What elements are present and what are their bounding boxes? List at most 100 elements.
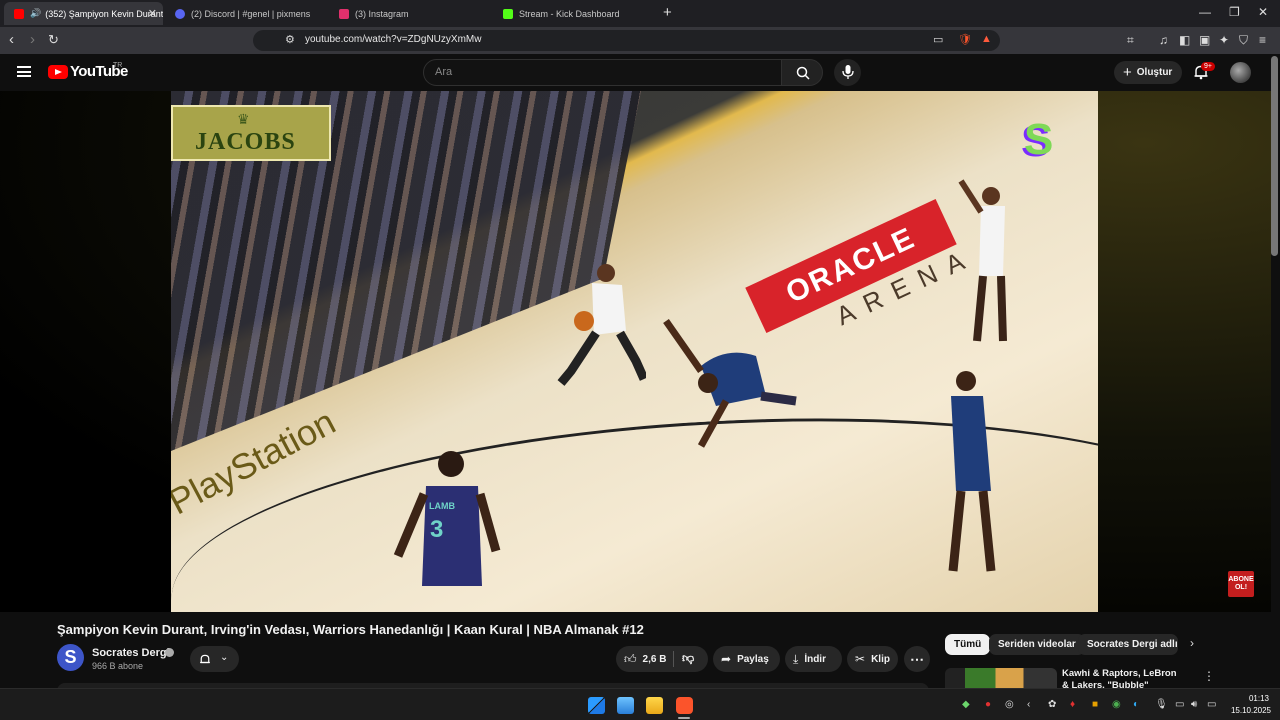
hamburger-menu-icon[interactable]	[17, 66, 31, 77]
verified-check-icon	[165, 648, 174, 657]
tab-kick[interactable]: Stream - Kick Dashboard	[493, 2, 656, 25]
tray-app-icon[interactable]: ◆	[962, 699, 970, 710]
speaker-icon[interactable]: 🔊	[30, 8, 41, 19]
tray-app-icon[interactable]: ✿	[1048, 699, 1056, 710]
player-lamb-figure	[393, 451, 501, 586]
bell-icon	[200, 654, 210, 664]
minimize-window-button[interactable]: —	[1199, 5, 1211, 19]
related-video-title[interactable]: Kawhi & Raptors, LeBron & Lakers, "Bubbl…	[1062, 668, 1186, 688]
share-button[interactable]: ➦ Paylaş	[713, 646, 780, 672]
tab-title: (2) Discord | #genel | pixmens	[191, 8, 311, 19]
youtube-logo-icon[interactable]	[48, 65, 68, 79]
battery-icon[interactable]: ▭	[1207, 699, 1216, 710]
search-placeholder: Ara	[435, 66, 453, 78]
subscribe-sticker: ABONE OL!	[1228, 571, 1254, 597]
reload-icon[interactable]: ↻	[48, 32, 59, 48]
browser-tab-strip: 🔊 (352) Şampiyon Kevin Durant ✕ (2) Disc…	[0, 0, 1280, 27]
tray-app-icon[interactable]: ●	[985, 699, 991, 710]
crown-icon: ♛	[237, 111, 250, 127]
tray-app-icon[interactable]: ◎	[1005, 699, 1014, 710]
subscription-bell-button[interactable]: ⌄	[190, 646, 239, 672]
wallet-icon[interactable]: ▣	[1199, 33, 1210, 47]
video-player[interactable]: ♛ JACOBS ORACLE ARENA PlayStation S LAMB…	[171, 91, 1098, 612]
divider	[673, 651, 674, 667]
restore-window-button[interactable]: ❐	[1229, 5, 1240, 19]
tray-app-icon[interactable]: ◐	[1133, 699, 1139, 710]
tray-app-icon[interactable]: ◉	[1112, 699, 1121, 710]
kick-favicon-icon	[503, 8, 513, 19]
widgets-icon[interactable]	[617, 697, 634, 714]
player-dribbling-figure	[557, 264, 646, 386]
windows-start-icon[interactable]	[588, 697, 605, 714]
url-text[interactable]: youtube.com/watch?v=ZDgNUzyXmMw	[305, 34, 481, 45]
download-label: İndir	[804, 653, 826, 665]
browser-menu-icon[interactable]: ≡	[1259, 33, 1266, 47]
close-window-button[interactable]: ✕	[1258, 5, 1268, 19]
clock-date[interactable]: 15.10.2025	[1227, 706, 1271, 715]
related-video-menu-icon[interactable]: ⋮	[1203, 669, 1215, 683]
channel-watermark-logo: S	[1024, 115, 1054, 164]
clock-time[interactable]: 01:13	[1247, 694, 1269, 703]
jacobs-sponsor-banner: ♛ JACOBS	[171, 105, 331, 161]
tray-app-icon[interactable]: ‹	[1027, 699, 1030, 710]
chip-all[interactable]: Tümü	[945, 634, 991, 655]
voice-search-button[interactable]	[834, 59, 861, 86]
file-explorer-icon[interactable]	[646, 697, 663, 714]
download-icon: ⤓	[793, 651, 799, 666]
dislike-button[interactable]: 👎︎	[682, 651, 694, 666]
microphone-tray-icon[interactable]: 🎙︎	[1155, 699, 1168, 710]
tab-title: (3) Instagram	[355, 8, 409, 19]
leo-ai-icon[interactable]: ✦	[1219, 33, 1229, 47]
clip-label: Klip	[871, 653, 890, 665]
tab-youtube[interactable]: 🔊 (352) Şampiyon Kevin Durant ✕	[4, 2, 163, 25]
address-bar[interactable]: ⚙ youtube.com/watch?v=ZDgNUzyXmMw ▭ 🛡 ▲	[253, 30, 1000, 51]
chevron-right-icon[interactable]: ›	[1190, 636, 1194, 650]
network-icon[interactable]: ▭	[1175, 699, 1184, 710]
media-icon[interactable]: ♫	[1159, 33, 1168, 47]
search-button[interactable]	[781, 59, 823, 86]
tab-discord[interactable]: (2) Discord | #genel | pixmens	[165, 2, 328, 25]
new-tab-button[interactable]: +	[663, 4, 672, 21]
sidebar-icon[interactable]: ◧	[1179, 33, 1190, 47]
player-defending-right-figure	[948, 371, 996, 572]
chip-channel-videos[interactable]: Socrates Dergi adlı yü	[1078, 634, 1178, 655]
like-button[interactable]: 👍︎ 2,6 B	[616, 652, 673, 667]
site-info-icon[interactable]: ⚙	[285, 33, 295, 46]
tab-title: Stream - Kick Dashboard	[519, 8, 620, 19]
page-scrollbar[interactable]	[1271, 56, 1278, 256]
microphone-icon	[842, 65, 854, 79]
tray-app-icon[interactable]: ■	[1092, 699, 1098, 710]
vpn-icon[interactable]: ⛉	[1239, 33, 1248, 48]
create-label: Oluştur	[1136, 67, 1173, 78]
active-app-indicator	[678, 717, 690, 719]
instagram-favicon-icon	[339, 8, 349, 19]
tab-close-icon[interactable]: ✕	[148, 7, 157, 20]
subscriber-count: 966 B abone	[92, 661, 144, 671]
account-avatar[interactable]	[1230, 62, 1251, 83]
chevron-down-icon: ⌄	[220, 652, 229, 663]
notification-badge: 9+	[1201, 62, 1215, 71]
chip-series-videos[interactable]: Seriden videolar	[989, 634, 1085, 655]
search-input[interactable]: Ara	[423, 59, 782, 86]
channel-name[interactable]: Socrates Dergi	[92, 647, 170, 659]
share-label: Paylaş	[737, 653, 769, 665]
brave-shield-icon[interactable]: 🛡	[958, 33, 972, 46]
related-video-thumbnail[interactable]	[945, 668, 1057, 688]
cast-icon[interactable]: ▭	[933, 33, 943, 46]
brave-rewards-icon[interactable]: ▲	[981, 33, 992, 45]
tab-instagram[interactable]: (3) Instagram	[329, 2, 492, 25]
volume-icon[interactable]: 🔊︎	[1191, 699, 1197, 710]
download-button[interactable]: ⤓ İndir	[785, 646, 842, 672]
tray-app-icon[interactable]: ♦	[1070, 699, 1075, 710]
clip-button[interactable]: ✂ Klip	[847, 646, 898, 672]
brave-browser-icon[interactable]	[676, 697, 693, 714]
channel-avatar[interactable]: S	[57, 644, 84, 671]
screenshot-icon[interactable]: ⌗	[1127, 33, 1134, 48]
thumbs-up-icon: 👍︎	[624, 651, 637, 666]
forward-icon[interactable]: ›	[30, 31, 35, 48]
more-actions-button[interactable]: ⋯	[904, 646, 930, 672]
region-code: TR	[113, 62, 123, 69]
create-button[interactable]: + Oluştur	[1114, 61, 1182, 84]
back-icon[interactable]: ‹	[9, 31, 14, 48]
player-falling-figure	[663, 318, 797, 448]
